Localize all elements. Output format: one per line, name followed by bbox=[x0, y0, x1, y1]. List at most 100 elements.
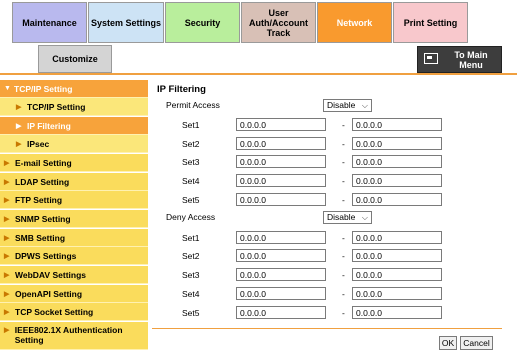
triangle-right-icon: ▶ bbox=[4, 252, 10, 260]
deny-access-select[interactable]: Disable ⌵ bbox=[323, 211, 372, 224]
sidebar-item-tcpip-setting[interactable]: ▶ TCP/IP Setting bbox=[0, 98, 148, 116]
sidebar-item-label: TCP/IP Setting bbox=[27, 101, 86, 112]
permit-set1-to-input[interactable] bbox=[352, 118, 442, 131]
tab-print-setting[interactable]: Print Setting bbox=[393, 2, 468, 43]
sidebar-item-label: DPWS Settings bbox=[15, 250, 77, 261]
to-main-menu-button[interactable]: To Main Menu bbox=[417, 46, 502, 73]
sidebar-item-tcpip-setting-group[interactable]: ▼ TCP/IP Setting bbox=[0, 80, 148, 98]
cancel-button[interactable]: Cancel bbox=[460, 336, 493, 350]
triangle-right-icon: ▶ bbox=[4, 308, 10, 316]
deny-set5-from-input[interactable] bbox=[236, 306, 326, 319]
sidebar-item-label: TCP Socket Setting bbox=[15, 306, 94, 317]
deny-set1-from-input[interactable] bbox=[236, 231, 326, 244]
home-screen-icon bbox=[424, 53, 438, 64]
tab-customize[interactable]: Customize bbox=[38, 45, 112, 73]
deny-set3-from-input[interactable] bbox=[236, 268, 326, 281]
permit-set3-from-input[interactable] bbox=[236, 155, 326, 168]
header-divider bbox=[0, 73, 517, 75]
permit-set4-to-input[interactable] bbox=[352, 174, 442, 187]
sidebar-item-snmp-setting[interactable]: ▶ SNMP Setting bbox=[0, 210, 148, 228]
permit-access-label: Permit Access bbox=[166, 100, 220, 110]
sidebar-item-ftp-setting[interactable]: ▶ FTP Setting bbox=[0, 191, 148, 209]
permit-set2-label: Set2 bbox=[182, 139, 200, 149]
permit-access-select[interactable]: Disable ⌵ bbox=[323, 99, 372, 112]
deny-set5-label: Set5 bbox=[182, 308, 200, 318]
deny-set4-label: Set4 bbox=[182, 289, 200, 299]
range-dash: - bbox=[342, 251, 345, 261]
range-dash: - bbox=[342, 308, 345, 318]
sidebar-item-ieee8021x-setting[interactable]: ▶ IEEE802.1X Authentication Setting bbox=[0, 322, 148, 350]
to-main-menu-label: To Main Menu bbox=[454, 50, 488, 70]
permit-set3-label: Set3 bbox=[182, 157, 200, 167]
chevron-down-icon: ⌵ bbox=[361, 101, 368, 110]
sidebar-item-dpws-settings[interactable]: ▶ DPWS Settings bbox=[0, 247, 148, 265]
sidebar-item-ldap-setting[interactable]: ▶ LDAP Setting bbox=[0, 173, 148, 191]
sidebar-item-label: TCP/IP Setting bbox=[14, 83, 73, 94]
sidebar-item-label: E-mail Setting bbox=[15, 157, 72, 168]
range-dash: - bbox=[342, 120, 345, 130]
deny-set2-to-input[interactable] bbox=[352, 249, 442, 262]
range-dash: - bbox=[342, 233, 345, 243]
range-dash: - bbox=[342, 289, 345, 299]
sidebar-item-label: FTP Setting bbox=[15, 194, 63, 205]
permit-set5-to-input[interactable] bbox=[352, 193, 442, 206]
deny-set4-to-input[interactable] bbox=[352, 287, 442, 300]
range-dash: - bbox=[342, 195, 345, 205]
permit-set4-from-input[interactable] bbox=[236, 174, 326, 187]
tab-security[interactable]: Security bbox=[165, 2, 240, 43]
sidebar-item-label: IEEE802.1X Authentication Setting bbox=[14, 325, 123, 345]
triangle-right-icon: ▶ bbox=[4, 178, 10, 186]
sidebar-item-label: IP Filtering bbox=[27, 120, 71, 131]
chevron-down-icon: ⌵ bbox=[361, 213, 368, 222]
deny-set2-label: Set2 bbox=[182, 251, 200, 261]
permit-set1-from-input[interactable] bbox=[236, 118, 326, 131]
sidebar-item-ip-filtering[interactable]: ▶ IP Filtering bbox=[0, 117, 148, 135]
deny-set3-label: Set3 bbox=[182, 270, 200, 280]
range-dash: - bbox=[342, 157, 345, 167]
range-dash: - bbox=[342, 270, 345, 280]
triangle-right-icon: ▶ bbox=[4, 196, 10, 204]
deny-set3-to-input[interactable] bbox=[352, 268, 442, 281]
sidebar-item-smb-setting[interactable]: ▶ SMB Setting bbox=[0, 229, 148, 247]
sidebar-item-label: SNMP Setting bbox=[15, 213, 71, 224]
ok-button[interactable]: OK bbox=[439, 336, 457, 350]
tab-maintenance[interactable]: Maintenance bbox=[12, 2, 87, 43]
range-dash: - bbox=[342, 139, 345, 149]
tab-network[interactable]: Network bbox=[317, 2, 392, 43]
sidebar-item-webdav-settings[interactable]: ▶ WebDAV Settings bbox=[0, 266, 148, 284]
triangle-right-icon: ▶ bbox=[4, 271, 10, 279]
deny-set2-from-input[interactable] bbox=[236, 249, 326, 262]
tab-system-settings[interactable]: System Settings bbox=[88, 2, 164, 43]
triangle-right-icon: ▶ bbox=[16, 103, 22, 111]
sidebar-item-tcp-socket-setting[interactable]: ▶ TCP Socket Setting bbox=[0, 303, 148, 321]
permit-set1-label: Set1 bbox=[182, 120, 200, 130]
deny-set4-from-input[interactable] bbox=[236, 287, 326, 300]
sidebar-item-email-setting[interactable]: ▶ E-mail Setting bbox=[0, 154, 148, 172]
page-title: IP Filtering bbox=[157, 84, 206, 95]
sidebar-item-label: WebDAV Settings bbox=[15, 269, 86, 280]
sidebar-item-openapi-setting[interactable]: ▶ OpenAPI Setting bbox=[0, 285, 148, 303]
deny-set1-label: Set1 bbox=[182, 233, 200, 243]
permit-set5-from-input[interactable] bbox=[236, 193, 326, 206]
footer-divider bbox=[152, 328, 502, 329]
triangle-right-icon: ▶ bbox=[16, 122, 22, 130]
deny-set1-to-input[interactable] bbox=[352, 231, 442, 244]
deny-access-value: Disable bbox=[327, 212, 356, 222]
sidebar-item-label: OpenAPI Setting bbox=[15, 288, 83, 299]
triangle-right-icon: ▶ bbox=[4, 327, 10, 334]
sidebar-item-label: LDAP Setting bbox=[15, 176, 70, 187]
permit-set4-label: Set4 bbox=[182, 176, 200, 186]
tab-user-auth-account-track[interactable]: User Auth/Account Track bbox=[241, 2, 316, 43]
triangle-right-icon: ▶ bbox=[4, 290, 10, 298]
permit-set3-to-input[interactable] bbox=[352, 155, 442, 168]
triangle-right-icon: ▶ bbox=[4, 215, 10, 223]
permit-set5-label: Set5 bbox=[182, 195, 200, 205]
deny-set5-to-input[interactable] bbox=[352, 306, 442, 319]
sidebar-item-ipsec[interactable]: ▶ IPsec bbox=[0, 135, 148, 153]
triangle-right-icon: ▶ bbox=[4, 234, 10, 242]
permit-set2-from-input[interactable] bbox=[236, 137, 326, 150]
triangle-right-icon: ▶ bbox=[16, 140, 22, 148]
permit-set2-to-input[interactable] bbox=[352, 137, 442, 150]
triangle-down-icon: ▼ bbox=[4, 85, 11, 92]
sidebar-item-label: SMB Setting bbox=[15, 232, 66, 243]
